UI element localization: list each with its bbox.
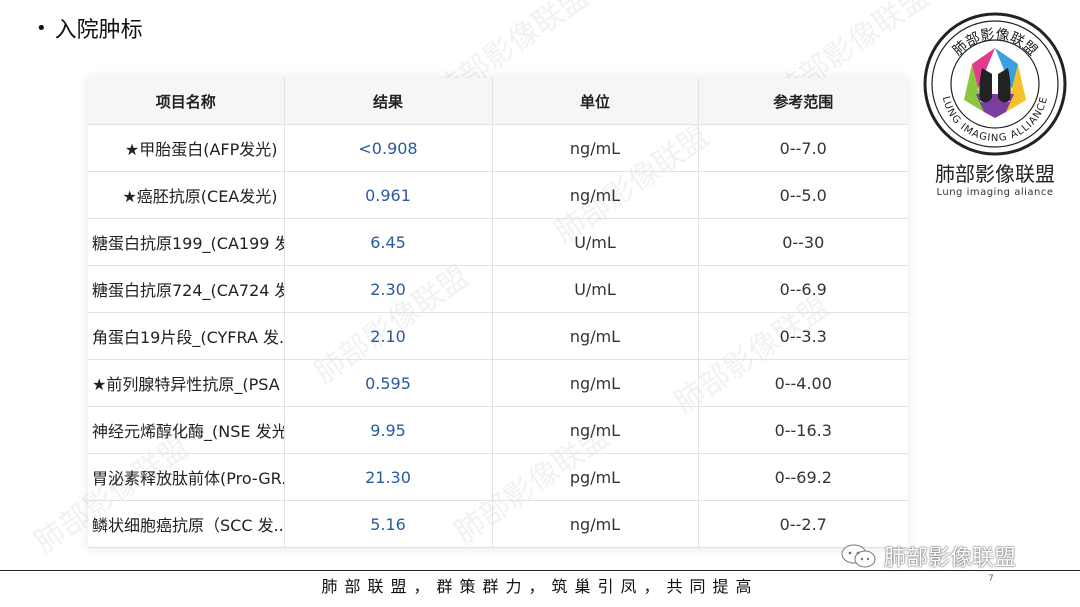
logo-subtitle: Lung imaging aliance bbox=[936, 187, 1054, 198]
item-reference-range: 0--3.3 bbox=[698, 312, 908, 360]
header-reference-range: 参考范围 bbox=[698, 78, 908, 125]
item-unit: pg/mL bbox=[492, 453, 699, 501]
item-reference-range: 0--5.0 bbox=[698, 171, 908, 219]
alliance-seal-icon: 肺部影像联盟 LUNG IMAGING ALLIANCE bbox=[923, 12, 1067, 156]
slide-title-text: 入院肿标 bbox=[54, 18, 143, 43]
item-result: <0.908 bbox=[284, 124, 493, 172]
item-name: 胃泌素释放肽前体(Pro-GR... bbox=[88, 453, 285, 501]
table-row: 神经元烯醇化酶_(NSE 发光) 9.95 ng/mL 0--16.3 bbox=[88, 406, 908, 454]
item-reference-range: 0--4.00 bbox=[698, 359, 908, 407]
bullet-icon: • bbox=[36, 17, 47, 39]
item-result: 9.95 bbox=[284, 406, 493, 454]
item-reference-range: 0--7.0 bbox=[698, 124, 908, 172]
wechat-watermark: 肺部影像联盟 bbox=[840, 540, 1016, 572]
item-result: 2.30 bbox=[284, 265, 493, 313]
tumor-marker-table: 项目名称 结果 单位 参考范围 ★甲胎蛋白(AFP发光) <0.908 ng/m… bbox=[88, 78, 908, 548]
item-result: 21.30 bbox=[284, 453, 493, 501]
table-row: 糖蛋白抗原724_(CA724 发... 2.30 U/mL 0--6.9 bbox=[88, 265, 908, 313]
item-name: 角蛋白19片段_(CYFRA 发... bbox=[88, 312, 285, 360]
item-result: 0.595 bbox=[284, 359, 493, 407]
slide-title: • 入院肿标 bbox=[36, 12, 143, 44]
wechat-icon bbox=[841, 544, 876, 568]
header-item-name: 项目名称 bbox=[88, 78, 285, 125]
item-result: 2.10 bbox=[284, 312, 493, 360]
logo-name: 肺部影像联盟 bbox=[935, 162, 1055, 186]
table-row: 糖蛋白抗原199_(CA199 发... 6.45 U/mL 0--30 bbox=[88, 218, 908, 266]
item-name: 糖蛋白抗原199_(CA199 发... bbox=[88, 218, 285, 266]
item-unit: ng/mL bbox=[492, 124, 699, 172]
item-name: ★前列腺特异性抗原_(PSA ... bbox=[88, 359, 285, 407]
table-header-row: 项目名称 结果 单位 参考范围 bbox=[88, 78, 908, 125]
table-row: 鳞状细胞癌抗原（SCC 发... 5.16 ng/mL 0--2.7 bbox=[88, 500, 908, 548]
header-result: 结果 bbox=[284, 78, 493, 125]
table-row: 角蛋白19片段_(CYFRA 发... 2.10 ng/mL 0--3.3 bbox=[88, 312, 908, 360]
item-unit: ng/mL bbox=[492, 406, 699, 454]
footer-slogan: 肺部联盟，群策群力，筑巢引凤，共同提高 bbox=[321, 577, 759, 596]
table-row: ★癌胚抗原(CEA发光) 0.961 ng/mL 0--5.0 bbox=[88, 171, 908, 219]
item-unit: U/mL bbox=[492, 218, 699, 266]
item-name: 糖蛋白抗原724_(CA724 发... bbox=[88, 265, 285, 313]
item-result: 0.961 bbox=[284, 171, 493, 219]
item-result: 5.16 bbox=[284, 500, 493, 548]
item-name: ★癌胚抗原(CEA发光) bbox=[88, 171, 285, 219]
table-row: ★前列腺特异性抗原_(PSA ... 0.595 ng/mL 0--4.00 bbox=[88, 359, 908, 407]
table-row: ★甲胎蛋白(AFP发光) <0.908 ng/mL 0--7.0 bbox=[88, 124, 908, 172]
table-row: 胃泌素释放肽前体(Pro-GR... 21.30 pg/mL 0--69.2 bbox=[88, 453, 908, 501]
page-number: 7 bbox=[988, 574, 994, 584]
item-unit: U/mL bbox=[492, 265, 699, 313]
alliance-logo: 肺部影像联盟 LUNG IMAGING ALLIANCE 肺部影像联盟 Lung… bbox=[920, 8, 1070, 198]
item-reference-range: 0--30 bbox=[698, 218, 908, 266]
item-reference-range: 0--16.3 bbox=[698, 406, 908, 454]
item-name: 神经元烯醇化酶_(NSE 发光) bbox=[88, 406, 285, 454]
item-result: 6.45 bbox=[284, 218, 493, 266]
footer-divider bbox=[0, 570, 1080, 571]
item-name: 鳞状细胞癌抗原（SCC 发... bbox=[88, 500, 285, 548]
item-reference-range: 0--69.2 bbox=[698, 453, 908, 501]
header-unit: 单位 bbox=[492, 78, 699, 125]
item-name: ★甲胎蛋白(AFP发光) bbox=[88, 124, 285, 172]
item-reference-range: 0--6.9 bbox=[698, 265, 908, 313]
item-unit: ng/mL bbox=[492, 171, 699, 219]
item-unit: ng/mL bbox=[492, 500, 699, 548]
item-unit: ng/mL bbox=[492, 359, 699, 407]
wechat-brand-text: 肺部影像联盟 bbox=[884, 546, 1017, 571]
item-unit: ng/mL bbox=[492, 312, 699, 360]
